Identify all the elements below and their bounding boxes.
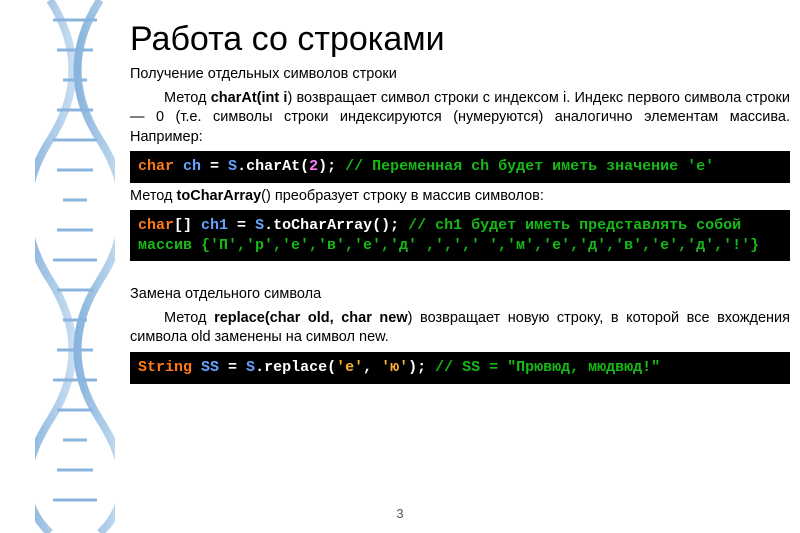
code-block-3: String SS = S.replace('е', 'ю'); // SS =… bbox=[130, 352, 790, 384]
code-block-1: char ch = S.charAt(2); // Переменная ch … bbox=[130, 151, 790, 183]
section3-heading: Замена отдельного символа bbox=[130, 285, 790, 305]
code-block-2: char[] ch1 = S.toCharArray(); // ch1 буд… bbox=[130, 210, 790, 261]
slide-content: Работа со строками Получение отдельных с… bbox=[130, 20, 790, 388]
dna-decoration bbox=[35, 0, 115, 533]
page-title: Работа со строками bbox=[130, 20, 790, 59]
section1-heading: Получение отдельных символов строки bbox=[130, 65, 790, 85]
page-number: 3 bbox=[396, 506, 403, 521]
section2-body: Метод toCharArray() преобразует строку в… bbox=[130, 187, 790, 207]
section3-body: Метод replace(char old, char new) возвра… bbox=[130, 309, 790, 348]
section1-body: Метод charAt(int i) возвращает символ ст… bbox=[130, 89, 790, 148]
